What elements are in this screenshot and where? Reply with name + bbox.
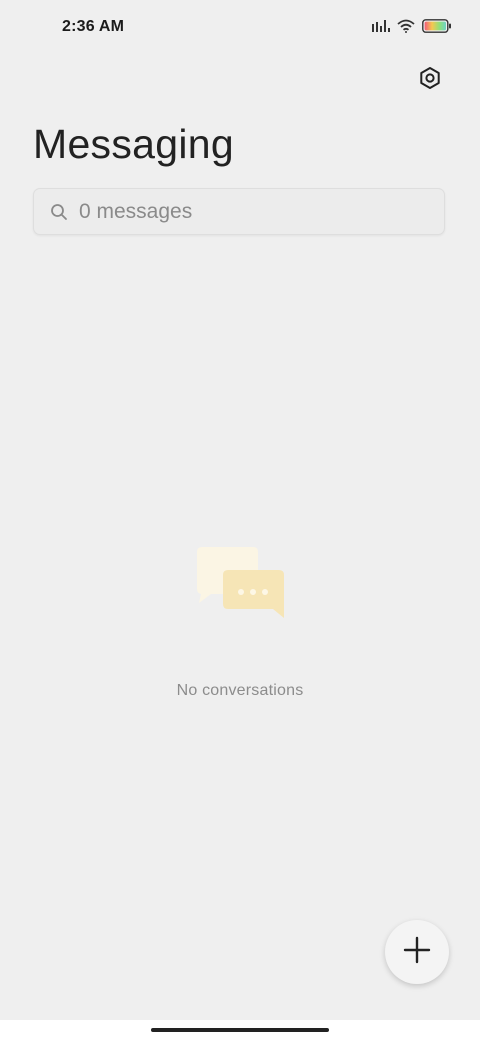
search-icon xyxy=(49,202,69,222)
empty-state-text: No conversations xyxy=(176,682,304,699)
home-indicator[interactable] xyxy=(151,1028,329,1032)
settings-hexagon-icon xyxy=(418,66,442,95)
plus-icon xyxy=(403,936,431,969)
status-bar: 2:36 AM xyxy=(0,0,480,56)
settings-button[interactable] xyxy=(412,62,448,98)
signal-icon xyxy=(372,19,390,37)
navigation-bar xyxy=(0,1020,480,1040)
chat-bubbles-icon xyxy=(195,545,287,627)
search-bar[interactable] xyxy=(33,188,445,235)
page-title: Messaging xyxy=(33,121,234,167)
wifi-icon xyxy=(397,19,415,38)
new-conversation-button[interactable] xyxy=(385,920,449,984)
battery-icon xyxy=(422,18,452,38)
search-input[interactable] xyxy=(79,199,419,224)
status-icons xyxy=(372,18,452,38)
status-time: 2:36 AM xyxy=(62,18,125,35)
